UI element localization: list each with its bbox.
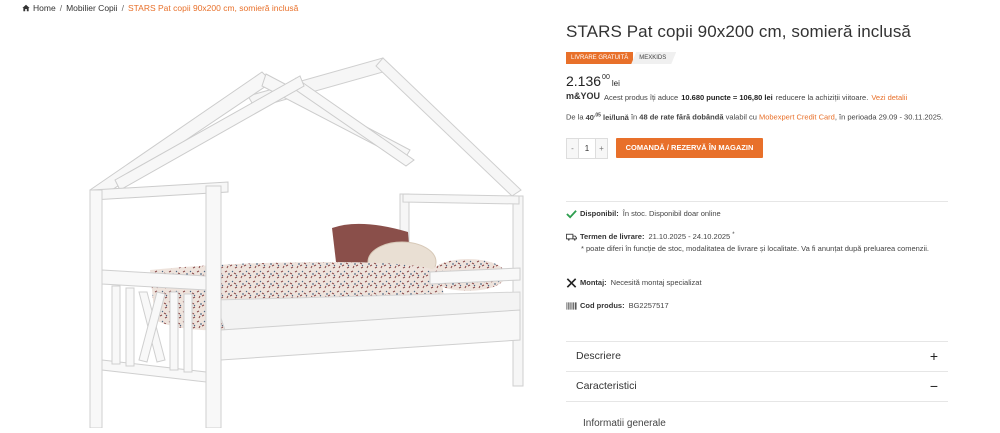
quantity-plus-button[interactable]: +: [596, 139, 607, 158]
divider: [566, 401, 948, 402]
delivery-note: * poate diferi în funcție de stoc, modal…: [581, 244, 929, 253]
credit-card-link[interactable]: Mobexpert Credit Card: [759, 113, 835, 122]
delivery-term-label: Termen de livrare:: [580, 232, 645, 241]
delivery-term-value: 21.10.2025 - 24.10.2025: [648, 232, 731, 241]
product-badges: Livrare gratuită MEXKIDS: [566, 52, 676, 64]
check-icon: [566, 210, 577, 219]
loyalty-text-1: Acest produs îți aduce: [604, 92, 679, 102]
truck-icon: [566, 233, 577, 241]
price-decimals: 00: [602, 74, 610, 81]
product-code-value: BG2257517: [628, 301, 669, 310]
accordion-characteristics-label: Caracteristici: [576, 380, 637, 392]
product-code-row: Cod produs: BG2257517: [566, 301, 669, 311]
delivery-term-mark: *: [732, 232, 735, 238]
divider: [566, 201, 948, 202]
installments-valid: valabil cu: [725, 112, 757, 122]
availability-value: În stoc. Disponibil doar online: [622, 209, 721, 218]
quantity-input[interactable]: [578, 139, 596, 158]
assembly-value: Necesită montaj specializat: [610, 278, 702, 287]
installments-prefix: De la: [566, 112, 584, 122]
product-title: STARS Pat copii 90x200 cm, somieră inclu…: [566, 22, 911, 41]
accordion-characteristics[interactable]: Caracteristici −: [566, 372, 948, 400]
product-price: 2.13600lei: [566, 73, 620, 89]
breadcrumb-separator: /: [59, 3, 63, 13]
breadcrumb-separator: /: [121, 3, 124, 13]
loyalty-text-2: reducere la achiziții viitoare.: [775, 92, 869, 102]
installments-in: în: [630, 112, 638, 122]
loyalty-info: m&YOU Acest produs îți aduce 10.680 punc…: [566, 91, 907, 103]
myou-logo: m&YOU: [566, 91, 601, 101]
installments-period: , în perioada 29.09 - 30.11.2025.: [834, 112, 944, 122]
home-icon: [22, 4, 30, 12]
accordion-description[interactable]: Descriere +: [566, 342, 948, 370]
order-button[interactable]: Comandă / Rezervă în magazin: [616, 138, 763, 158]
breadcrumb-current: STARS Pat copii 90x200 cm, somieră inclu…: [127, 3, 299, 13]
installments-info: De la 40,05 lei/lună în 48 de rate fără …: [566, 112, 943, 122]
installments-amount: 40,05 lei/lună: [585, 112, 629, 122]
plus-icon: +: [929, 348, 938, 364]
quantity-minus-button[interactable]: -: [567, 139, 578, 158]
breadcrumb: Home / Mobilier Copii / STARS Pat copii …: [22, 3, 298, 13]
price-integer: 2.136: [566, 73, 602, 89]
assembly-label: Montaj:: [580, 278, 607, 287]
price-currency: lei: [611, 79, 620, 88]
delivery-term-row: Termen de livrare: 21.10.2025 - 24.10.20…: [566, 232, 735, 242]
brand-badge[interactable]: MEXKIDS: [631, 52, 676, 64]
barcode-icon: [566, 302, 577, 310]
product-code-label: Cod produs:: [580, 301, 625, 310]
minus-icon: −: [929, 378, 938, 394]
quantity-stepper: - +: [566, 138, 608, 159]
breadcrumb-home-link[interactable]: Home: [33, 3, 56, 13]
breadcrumb-category-link[interactable]: Mobilier Copii: [66, 3, 118, 13]
assembly-row: Montaj: Necesită montaj specializat: [566, 278, 702, 288]
general-info-heading: Informatii generale: [583, 418, 666, 429]
installments-count: 48 de rate fără dobândă: [639, 112, 724, 122]
product-image[interactable]: [0, 20, 560, 429]
loyalty-points: 10.680 puncte = 106,80 lei: [681, 92, 773, 102]
bed-illustration: [89, 57, 524, 429]
availability-row: Disponibil: În stoc. Disponibil doar onl…: [566, 209, 721, 219]
accordion-description-label: Descriere: [576, 350, 621, 362]
free-delivery-badge: Livrare gratuită: [566, 52, 634, 64]
availability-label: Disponibil:: [580, 209, 619, 218]
tools-icon: [566, 278, 577, 288]
loyalty-details-link[interactable]: Vezi detalii: [871, 93, 907, 102]
